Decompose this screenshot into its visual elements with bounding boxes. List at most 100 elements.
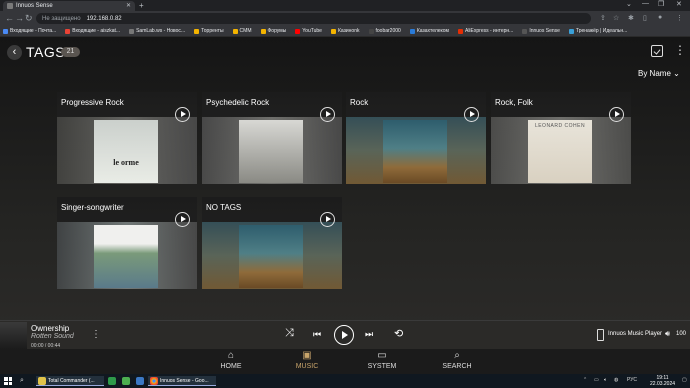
track-menu-icon[interactable]: ⋮ xyxy=(91,329,101,340)
play-tag-button[interactable] xyxy=(320,212,335,227)
innuos-app: ‹ TAGS 21 ⋮ By Name ⌄ le orme Progressive… xyxy=(0,37,690,366)
play-tag-button[interactable] xyxy=(609,107,624,122)
minimize-icon[interactable]: — xyxy=(642,0,649,7)
bookmark-label: CMM xyxy=(239,28,252,34)
tag-card[interactable]: le orme Progressive Rock xyxy=(57,92,197,184)
profile-icon[interactable]: ● xyxy=(658,14,662,21)
track-artist[interactable]: Rotten Sound xyxy=(31,333,74,340)
bookmark-favicon-icon xyxy=(409,28,415,34)
keyboard-language[interactable]: РУС xyxy=(627,377,637,383)
nav-home[interactable]: ⌂ HOME xyxy=(201,349,261,370)
bookmarks-bar: Входящие - Почта... Входящие - aiszkat...… xyxy=(0,26,690,37)
bookmark-item[interactable]: CMM xyxy=(232,28,252,34)
bookmark-item[interactable]: Тренажёр | Идеальн... xyxy=(568,28,627,34)
play-tag-button[interactable] xyxy=(175,212,190,227)
play-tag-button[interactable] xyxy=(320,107,335,122)
bookmark-item[interactable]: Торренты xyxy=(194,28,224,34)
tray-app-icon[interactable]: ◍ xyxy=(614,377,618,383)
track-title[interactable]: Ownership xyxy=(31,324,69,333)
bookmark-label: Казахтелеком xyxy=(416,28,449,34)
bookmark-star-icon[interactable]: ☆ xyxy=(613,14,619,22)
device-name[interactable]: Innuos Music Player xyxy=(608,331,662,337)
tag-card[interactable]: LEONARD COHEN Rock, Folk xyxy=(491,92,631,184)
maximize-icon[interactable]: ❐ xyxy=(658,0,664,8)
share-icon[interactable]: ⇪ xyxy=(600,14,606,22)
sort-dropdown[interactable]: By Name ⌄ xyxy=(638,69,680,78)
bookmark-item[interactable]: Входящие - aiszkat... xyxy=(65,28,120,34)
windows-taskbar: ⌕ Total Commander (... Innuos Sense - Go… xyxy=(0,374,690,388)
select-mode-icon[interactable] xyxy=(651,45,663,57)
taskbar-chrome[interactable]: Innuos Sense - Goo... xyxy=(148,376,216,386)
next-icon[interactable]: ⏭ xyxy=(365,329,373,340)
volume-icon[interactable]: 🔊︎ xyxy=(665,329,670,339)
forward-icon[interactable]: → xyxy=(15,13,24,23)
play-tag-button[interactable] xyxy=(175,107,190,122)
tray-network-icon[interactable]: ▭ xyxy=(594,377,599,383)
shuffle-icon[interactable]: ⤨ xyxy=(285,327,294,340)
nav-music[interactable]: ▣ MUSIC xyxy=(277,349,337,370)
tab-search-icon[interactable]: ⌄ xyxy=(626,0,632,8)
taskbar-app-green-icon[interactable] xyxy=(106,376,118,386)
bookmark-item[interactable]: Казиноnk xyxy=(330,28,360,34)
back-icon[interactable]: ← xyxy=(5,13,14,23)
tag-card[interactable]: Singer-songwriter xyxy=(57,197,197,289)
tab-favicon-icon xyxy=(7,3,13,9)
repeat-icon[interactable]: ⟲ xyxy=(394,327,403,340)
reload-icon[interactable]: ↻ xyxy=(25,13,33,24)
extensions-icon[interactable]: ✱ xyxy=(628,14,634,22)
nav-search[interactable]: ⌕ SEARCH xyxy=(427,349,487,370)
tray-arrow-icon[interactable]: ⌃ xyxy=(583,377,587,383)
sidepanel-icon[interactable]: ▯ xyxy=(643,14,647,22)
tray-volume-icon[interactable]: 🔈︎ xyxy=(604,377,607,383)
chrome-icon xyxy=(150,376,158,385)
bookmark-item[interactable]: Форумы xyxy=(260,28,286,34)
bookmark-item[interactable]: Innuos Sense xyxy=(522,28,560,34)
bookmark-item[interactable]: foobar2000 xyxy=(368,28,401,34)
album-cover[interactable] xyxy=(383,120,447,183)
bookmark-item[interactable]: SamLab.ws - Новос... xyxy=(129,28,185,34)
bookmark-item[interactable]: Казахтелеком xyxy=(409,28,449,34)
tag-card[interactable]: NO TAGS xyxy=(202,197,342,289)
bookmark-item[interactable]: AliExpress - интерн... xyxy=(457,28,513,34)
tag-card[interactable]: Rock xyxy=(346,92,486,184)
taskbar-app-icon[interactable] xyxy=(134,376,146,386)
previous-icon[interactable]: ⏮ xyxy=(313,329,321,340)
album-cover[interactable] xyxy=(239,120,303,183)
notifications-icon[interactable]: ▢ xyxy=(682,377,687,383)
bookmark-item[interactable]: YouTube xyxy=(295,28,322,34)
tag-name: Progressive Rock xyxy=(61,98,124,107)
nav-system[interactable]: ▭ SYSTEM xyxy=(352,349,412,370)
play-tag-button[interactable] xyxy=(464,107,479,122)
close-window-icon[interactable]: ✕ xyxy=(676,0,682,8)
more-options-icon[interactable]: ⋮ xyxy=(674,43,686,57)
taskbar-torrent-icon[interactable] xyxy=(120,376,132,386)
album-cover[interactable]: LEONARD COHEN xyxy=(528,120,592,183)
bookmark-label: Входящие - Почта... xyxy=(10,28,57,34)
album-cover[interactable] xyxy=(94,225,158,288)
speaker-icon[interactable] xyxy=(597,329,604,341)
bookmark-favicon-icon xyxy=(65,28,71,34)
album-cover[interactable] xyxy=(239,225,303,288)
taskbar-clock[interactable]: 19:11 22.03.2024 xyxy=(650,375,675,387)
taskbar-search-icon[interactable]: ⌕ xyxy=(20,377,24,385)
now-playing-artwork[interactable] xyxy=(0,322,27,349)
bookmark-favicon-icon xyxy=(368,28,374,34)
taskbar-total-commander[interactable]: Total Commander (... xyxy=(36,376,104,386)
tag-name: Singer-songwriter xyxy=(61,203,124,212)
album-cover[interactable]: le orme xyxy=(94,120,158,183)
nav-music-label: MUSIC xyxy=(295,363,319,370)
windows-start-icon[interactable] xyxy=(4,377,12,385)
bookmark-item[interactable]: Входящие - Почта... xyxy=(3,28,56,34)
volume-value[interactable]: 100 xyxy=(676,331,686,337)
back-button[interactable]: ‹ xyxy=(7,45,22,60)
play-button[interactable] xyxy=(334,325,354,345)
not-secure-label[interactable]: Не защищено xyxy=(42,16,81,22)
music-icon: ▣ xyxy=(302,350,312,361)
bookmark-label: SamLab.ws - Новос... xyxy=(136,28,186,34)
tab-close-icon[interactable]: ✕ xyxy=(126,2,131,9)
browser-menu-icon[interactable]: ⋮ xyxy=(676,14,683,22)
new-tab-icon[interactable]: + xyxy=(139,1,144,10)
url-input[interactable]: Не защищено 192.168.0.82 xyxy=(36,13,591,24)
tag-card[interactable]: Psychedelic Rock xyxy=(202,92,342,184)
browser-tab[interactable]: Innuos Sense ✕ xyxy=(3,1,135,11)
